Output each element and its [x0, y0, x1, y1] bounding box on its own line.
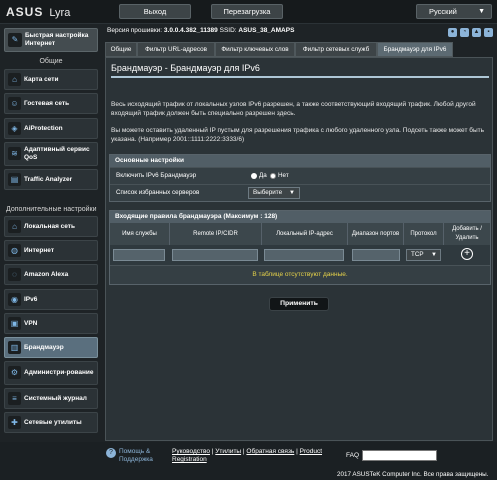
ipv6-icon: ◉: [8, 293, 21, 306]
tab-ipv6-firewall[interactable]: Брандмауэр для IPv6: [377, 42, 453, 57]
sidebar-item-administration[interactable]: ⚙ Администри-рование: [4, 361, 98, 385]
sidebar-item-network-tools[interactable]: ✚ Сетевые утилиты: [4, 412, 98, 433]
link-feedback[interactable]: Обратная связь: [246, 448, 294, 455]
title-divider: [111, 76, 489, 78]
advanced-header: Дополнительные настройки: [6, 206, 97, 213]
new-rule-row: TCP ▼ +: [110, 245, 490, 265]
reboot-button[interactable]: Перезагрузка: [211, 4, 283, 19]
sidebar-item-aiprotection[interactable]: ◈ AiProtection: [4, 118, 98, 139]
favorites-row: Список избранных серверов Выберите ▼: [110, 184, 490, 201]
protocol-select[interactable]: TCP ▼: [406, 249, 441, 261]
sidebar-item-firewall[interactable]: ▥ Брандмауэр: [4, 337, 98, 358]
general-header: Общие: [39, 58, 63, 65]
globe-icon: ◍: [8, 244, 21, 257]
sidebar-item-network-map[interactable]: ⌂ Карта сети: [4, 69, 98, 90]
inbound-rules-header: Входящие правила брандмауэра (Максимум :…: [110, 211, 490, 223]
qos-icon: ≋: [8, 147, 21, 160]
description-1: Весь исходящий трафик от локальных узлов…: [111, 101, 476, 117]
col-local-ip: Локальный IP-адрес: [262, 223, 348, 245]
main-panel: Брандмауэр - Брандмауэр для IPv6 Весь ис…: [105, 57, 493, 441]
favorites-select[interactable]: Выберите ▼: [248, 187, 300, 199]
faq-search-input[interactable]: [362, 450, 437, 461]
col-remote-ip: Remote IP/CIDR: [170, 223, 262, 245]
port-range-input[interactable]: [352, 249, 400, 261]
apply-button[interactable]: Применить: [269, 297, 329, 311]
ssid-value: ASUS_38_AMAPS: [238, 27, 295, 34]
service-name-input[interactable]: [113, 249, 165, 261]
link-manual[interactable]: Руководство: [172, 448, 210, 455]
wifi-icon[interactable]: ◔: [460, 28, 469, 37]
lan-icon: ⌂: [8, 220, 21, 233]
firmware-version[interactable]: 3.0.0.4.382_11389: [164, 27, 218, 34]
remote-ip-input[interactable]: [172, 249, 258, 261]
local-ip-input[interactable]: [264, 249, 344, 261]
footer-links: Руководство | Утилиты | Обратная связь |…: [172, 448, 323, 455]
copyright: 2017 ASUSTeK Computer Inc. Все права защ…: [337, 471, 489, 478]
quick-setup-label: Быстрая настройка Интернет: [25, 32, 89, 47]
col-port-range: Диапазон портов: [348, 223, 404, 245]
top-bar: ASUS Lyra Выход Перезагрузка Русский ▼: [0, 0, 497, 24]
shield-icon: ◈: [8, 122, 21, 135]
logout-button[interactable]: Выход: [119, 4, 191, 19]
tab-url-filter[interactable]: Фильтр URL-адресов: [137, 42, 215, 57]
sidebar-item-ipv6[interactable]: ◉ IPv6: [4, 289, 98, 310]
col-service-name: Имя службы: [110, 223, 170, 245]
app-icon[interactable]: ▲: [472, 28, 481, 37]
asus-logo: ASUS Lyra: [6, 5, 71, 19]
sidebar-item-lan[interactable]: ⌂ Локальная сеть: [4, 216, 98, 237]
chevron-down-icon: ▼: [431, 252, 437, 258]
sidebar-item-vpn[interactable]: ▣ VPN: [4, 313, 98, 334]
tools-icon: ✚: [8, 416, 21, 429]
chevron-down-icon: ▼: [289, 190, 295, 196]
inbound-rules-table: Входящие правила брандмауэра (Максимум :…: [109, 210, 491, 285]
tab-general[interactable]: Общие: [105, 42, 137, 57]
model-name: Lyra: [49, 7, 71, 19]
sidebar-item-system-log[interactable]: ≡ Системный журнал: [4, 388, 98, 409]
enable-firewall-row: Включить IPv6 Брандмауэр Да Нет: [110, 167, 490, 184]
sidebar-item-alexa[interactable]: ◌ Amazon Alexa: [4, 264, 98, 285]
log-icon: ≡: [8, 392, 21, 405]
firewall-icon: ▥: [8, 341, 21, 354]
help-icon: ?: [106, 448, 116, 458]
language-select[interactable]: Русский ▼: [416, 4, 492, 19]
tab-service-filter[interactable]: Фильтр сетевых служб: [295, 42, 377, 57]
link-utilities[interactable]: Утилиты: [215, 448, 241, 455]
sidebar-item-qos[interactable]: ≋ Адаптивный сервис QoS: [4, 142, 98, 166]
sidebar-item-traffic-analyzer[interactable]: ▤ Traffic Analyzer: [4, 169, 98, 190]
help-support-label: Помощь & Поддержка: [119, 448, 153, 463]
radio-no[interactable]: [270, 173, 276, 179]
traffic-icon: ▤: [8, 173, 21, 186]
alexa-icon: ◌: [8, 268, 21, 281]
page-title: Брандмауэр - Брандмауэр для IPv6: [111, 63, 260, 73]
vpn-icon: ▣: [8, 317, 21, 330]
tab-keyword-filter[interactable]: Фильтр ключевых слов: [215, 42, 295, 57]
wizard-icon: ✎: [8, 33, 22, 47]
description-2: Вы можете оставить удаленный IP пустым д…: [111, 127, 484, 143]
footer: ? Помощь & Поддержка Руководство | Утили…: [0, 442, 497, 480]
firmware-info: Версия прошивки: 3.0.0.4.382_11389 SSID:…: [107, 27, 295, 34]
basic-settings-table: Основные настройки Включить IPv6 Брандма…: [109, 154, 491, 202]
col-add-delete: Добавить / Удалить: [444, 223, 490, 245]
chevron-down-icon: ▼: [478, 8, 485, 15]
sidebar-item-guest-network[interactable]: ☺ Гостевая сеть: [4, 93, 98, 114]
col-protocol: Протокол: [404, 223, 444, 245]
user-icon[interactable]: ●: [448, 28, 457, 37]
empty-table-message: В таблице отсутствуют данные.: [110, 265, 490, 284]
link-registration[interactable]: Registration: [172, 456, 207, 463]
network-map-icon: ⌂: [8, 73, 21, 86]
sidebar: ✎ Быстрая настройка Интернет Общие ⌂ Карт…: [0, 24, 100, 442]
basic-settings-header: Основные настройки: [110, 155, 490, 167]
tab-bar: Общие Фильтр URL-адресов Фильтр ключевых…: [105, 42, 493, 57]
faq-label: FAQ: [346, 452, 360, 459]
link-product[interactable]: Product: [300, 448, 322, 455]
sidebar-item-wan[interactable]: ◍ Интернет: [4, 240, 98, 261]
guest-network-icon: ☺: [8, 97, 21, 110]
quick-setup-button[interactable]: ✎ Быстрая настройка Интернет: [4, 28, 98, 52]
usb-icon[interactable]: ▪: [484, 28, 493, 37]
radio-yes[interactable]: [251, 173, 257, 179]
add-rule-icon[interactable]: +: [461, 248, 473, 260]
admin-icon: ⚙: [8, 366, 21, 379]
